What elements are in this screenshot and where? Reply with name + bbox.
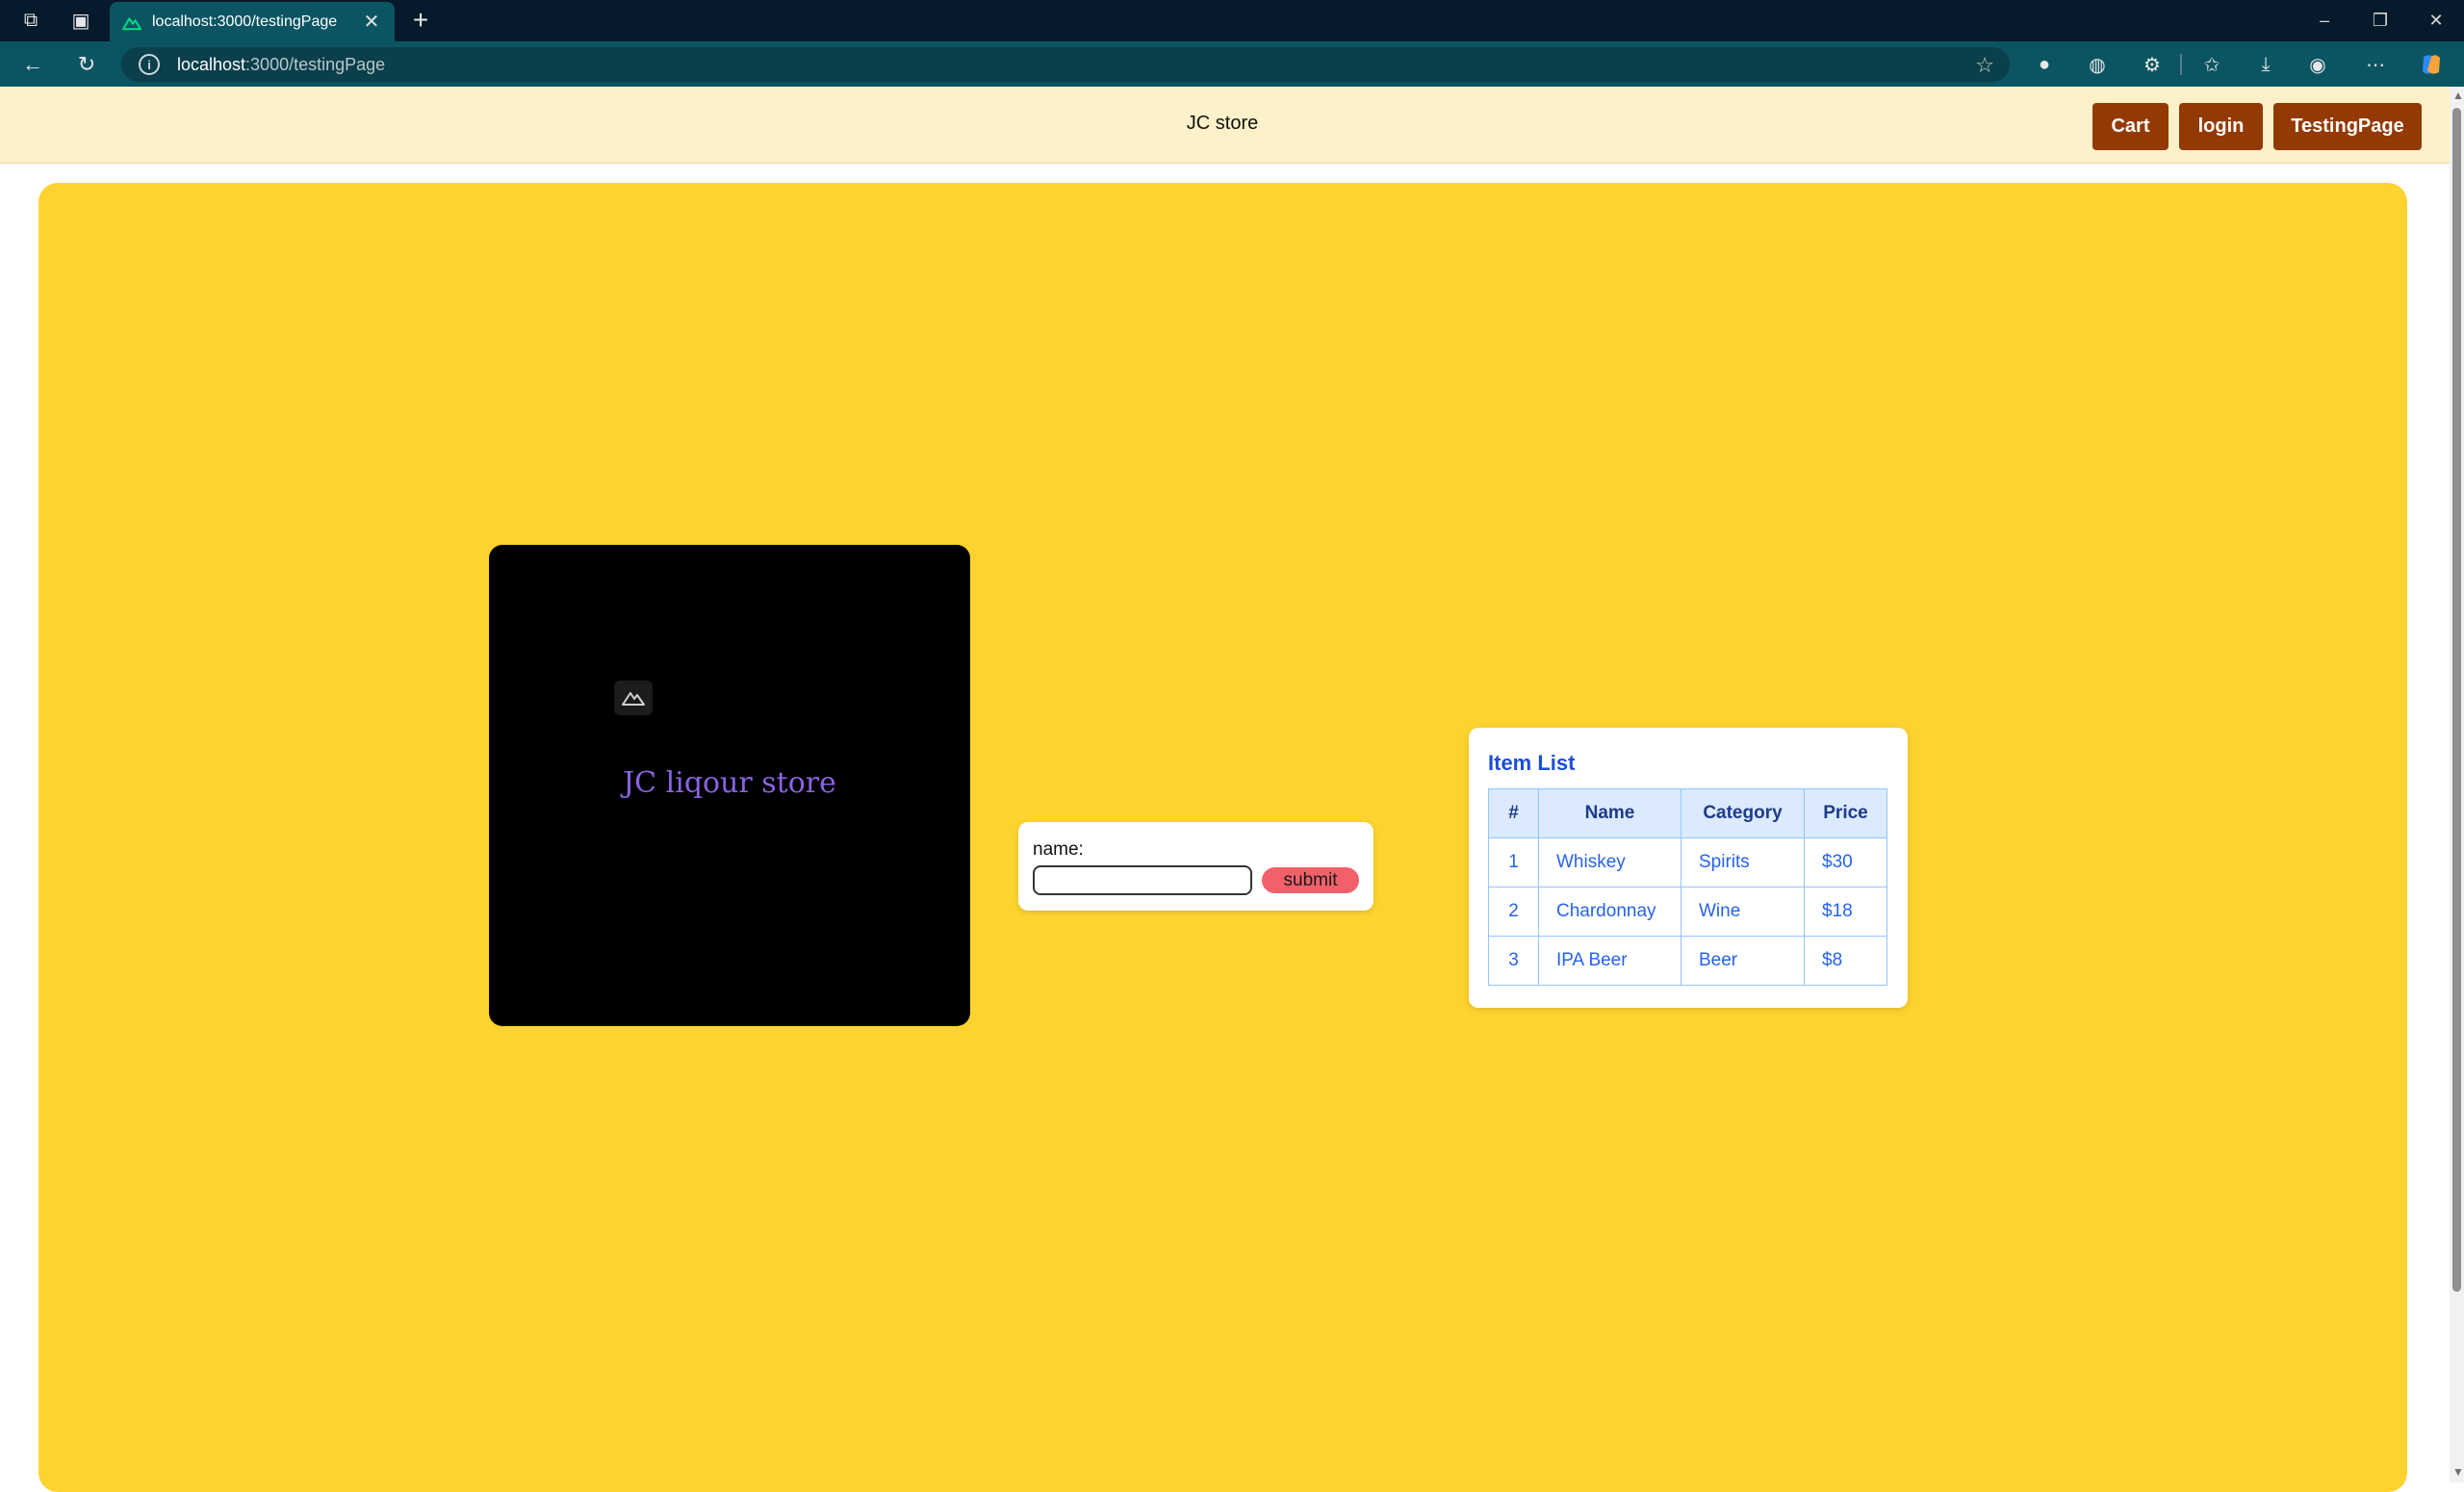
url-field[interactable]: i localhost:3000/testingPage ☆ <box>121 47 2010 82</box>
column-header-category: Category <box>1681 788 1805 838</box>
url-path: :3000/testingPage <box>245 54 386 74</box>
favorite-star-icon[interactable]: ☆ <box>1975 53 1994 78</box>
url-host: localhost <box>177 54 246 74</box>
extensions-puzzle-icon[interactable]: ⚙ <box>2135 47 2169 82</box>
scroll-up-icon[interactable]: ▲ <box>2452 89 2464 102</box>
name-form: name: submit <box>1018 822 1373 911</box>
name-input[interactable] <box>1033 865 1252 895</box>
row-price: $8 <box>1804 936 1887 986</box>
table-header-row: # Name Category Price <box>1488 788 1887 838</box>
hero-card: JC liqour store <box>489 545 970 1026</box>
row-price: $18 <box>1804 887 1887 937</box>
submit-button[interactable]: submit <box>1262 867 1359 893</box>
browser-address-bar: ← ↻ i localhost:3000/testingPage ☆ ● ◍ ⚙… <box>0 41 2464 87</box>
row-price: $30 <box>1804 837 1887 887</box>
restore-icon[interactable]: ❐ <box>2352 0 2408 41</box>
row-number: 3 <box>1488 936 1539 986</box>
site-title: JC store <box>1186 113 1259 134</box>
browser-tab-active[interactable]: localhost:3000/testingPage ✕ <box>110 2 395 41</box>
column-header-number: # <box>1488 788 1539 838</box>
nuxt-favicon-icon <box>122 16 141 30</box>
downloads-icon[interactable]: ⤓ <box>2248 47 2283 82</box>
toolbar-divider <box>2180 54 2182 75</box>
row-category: Beer <box>1681 936 1805 986</box>
refresh-icon[interactable]: ↻ <box>69 47 104 82</box>
browser-tab-bar: ⧉ ▣ localhost:3000/testingPage ✕ + – ❐ ✕ <box>0 0 2464 41</box>
table-row: 1 Whiskey Spirits $30 <box>1488 837 1887 887</box>
copilot-logo-icon <box>2423 55 2440 74</box>
scrollbar-thumb[interactable] <box>2452 108 2461 1292</box>
row-name: Chardonnay <box>1538 887 1681 937</box>
content-stage: JC liqour store name: submit Item List #… <box>38 183 2407 1492</box>
row-name: Whiskey <box>1538 837 1681 887</box>
cart-button[interactable]: Cart <box>2092 103 2169 150</box>
column-header-name: Name <box>1538 788 1681 838</box>
new-tab-icon[interactable]: + <box>404 4 437 37</box>
row-name: IPA Beer <box>1538 936 1681 986</box>
row-number: 1 <box>1488 837 1539 887</box>
tab-actions-icon[interactable]: ▣ <box>64 3 98 38</box>
security-extension-icon[interactable]: ◍ <box>2080 47 2115 82</box>
item-list-card: Item List # Name Category Price 1 Whiske… <box>1469 728 1908 1008</box>
name-label: name: <box>1033 839 1084 860</box>
more-options-icon[interactable]: ⋯ <box>2358 47 2393 82</box>
extension-icon[interactable]: ● <box>2027 47 2062 82</box>
login-button[interactable]: login <box>2179 103 2263 150</box>
table-row: 2 Chardonnay Wine $18 <box>1488 887 1887 937</box>
tab-title: localhost:3000/testingPage <box>152 13 338 30</box>
minimize-icon[interactable]: – <box>2297 0 2352 41</box>
testingpage-button[interactable]: TestingPage <box>2273 103 2422 150</box>
close-tab-icon[interactable]: ✕ <box>360 10 383 34</box>
copilot-icon[interactable] <box>2414 47 2449 82</box>
hero-title: JC liqour store <box>623 766 836 800</box>
favorites-icon[interactable]: ✩ <box>2194 47 2229 82</box>
profile-avatar-icon[interactable]: ◉ <box>2300 47 2335 82</box>
scroll-down-icon[interactable]: ▼ <box>2452 1465 2464 1479</box>
column-header-price: Price <box>1804 788 1887 838</box>
page-viewport: JC store Cart login TestingPage JC liqou… <box>0 87 2450 1492</box>
back-icon[interactable]: ← <box>15 47 50 82</box>
workspaces-icon[interactable]: ⧉ <box>13 3 48 38</box>
site-info-icon[interactable]: i <box>139 54 160 75</box>
row-number: 2 <box>1488 887 1539 937</box>
nuxt-logo-icon <box>614 681 653 715</box>
table-row: 3 IPA Beer Beer $8 <box>1488 936 1887 986</box>
row-category: Wine <box>1681 887 1805 937</box>
site-header: JC store Cart login TestingPage <box>0 87 2450 164</box>
item-table: # Name Category Price 1 Whiskey Spirits … <box>1488 788 1887 986</box>
item-list-title: Item List <box>1488 751 1576 775</box>
row-category: Spirits <box>1681 837 1805 887</box>
close-window-icon[interactable]: ✕ <box>2408 0 2464 41</box>
